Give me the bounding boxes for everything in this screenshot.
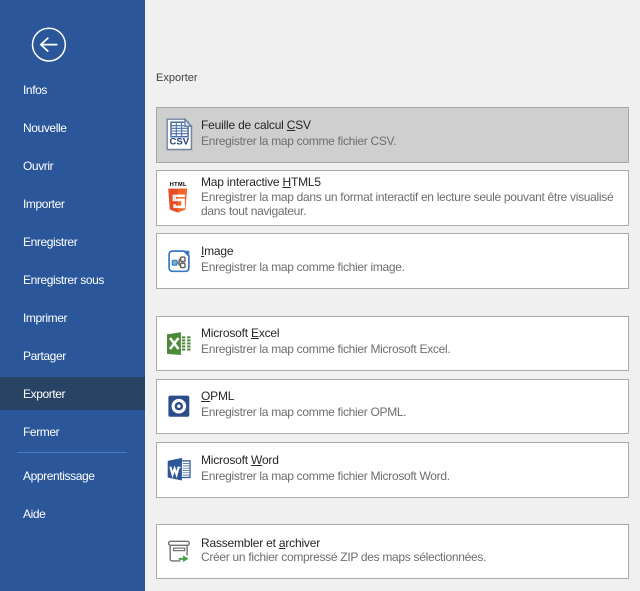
svg-text:CSV: CSV: [170, 137, 190, 148]
svg-text:HTML: HTML: [170, 182, 187, 188]
